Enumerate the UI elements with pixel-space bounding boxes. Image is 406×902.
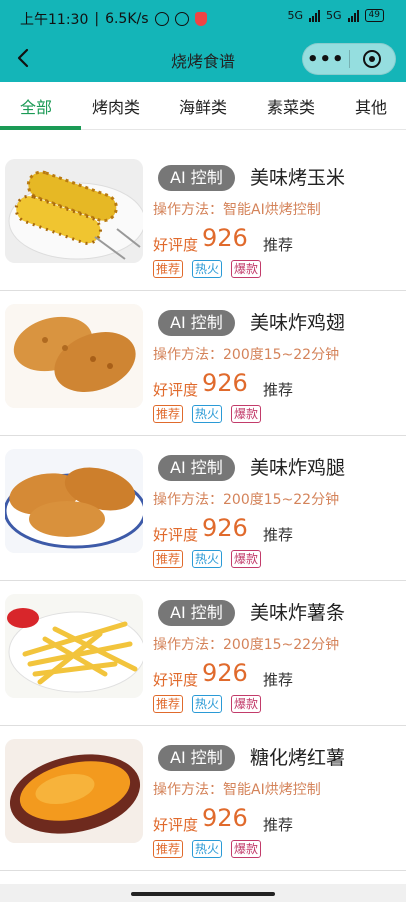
status-speed: 6.5K/s (105, 11, 149, 27)
tag-hot: 热火 (192, 550, 223, 568)
recommend-label: 推荐 (263, 381, 294, 399)
location-pin-icon (194, 12, 207, 26)
network-label-2: 5G (326, 9, 342, 22)
recipe-method: 操作方法：智能AI烘烤控制 (153, 202, 321, 218)
tab-other[interactable]: 其他 (355, 94, 387, 118)
ai-control-badge: AI 控制 (158, 310, 235, 336)
tag-recommend: 推荐 (153, 840, 184, 858)
ai-control-badge: AI 控制 (158, 600, 235, 626)
tag-recommend: 推荐 (153, 695, 184, 713)
rating-label: 好评度 (153, 381, 199, 399)
ai-control-badge: AI 控制 (158, 165, 235, 191)
recommend-label: 推荐 (263, 236, 294, 254)
tag-hot: 热火 (192, 405, 223, 423)
sweet-potato-image (5, 739, 143, 843)
tab-seafood[interactable]: 海鲜类 (179, 94, 227, 118)
recipe-name: 美味烤玉米 (250, 167, 346, 189)
tag-bestseller: 爆款 (231, 840, 262, 858)
signal-icon-2 (347, 9, 359, 22)
rating-score: 926 (202, 514, 248, 542)
rating-label: 好评度 (153, 526, 199, 544)
tag-hot: 热火 (192, 260, 223, 278)
tag-bestseller: 爆款 (231, 550, 262, 568)
tag-list: 推荐 热火 爆款 (153, 695, 262, 713)
nav-bar: 烧烤食谱 ••• (0, 36, 406, 82)
corn-image (5, 159, 143, 263)
target-icon (363, 50, 382, 68)
ai-control-badge: AI 控制 (158, 745, 235, 771)
tag-bestseller: 爆款 (231, 405, 262, 423)
rating-score: 926 (202, 804, 248, 832)
chicken-wings-image (5, 304, 143, 408)
tag-recommend: 推荐 (153, 405, 184, 423)
alarm-icon (154, 12, 169, 26)
rating-score: 926 (202, 659, 248, 687)
tag-recommend: 推荐 (153, 260, 184, 278)
more-options-button[interactable]: ••• (303, 49, 349, 70)
recommend-label: 推荐 (263, 816, 294, 834)
mini-program-capsule: ••• (302, 43, 396, 75)
recipe-card-chicken-wings[interactable]: AI 控制 美味炸鸡翅 操作方法：200度15~22分钟 好评度 926 推荐 … (0, 291, 406, 436)
home-indicator-bar (0, 884, 406, 902)
home-indicator[interactable] (131, 892, 275, 896)
tag-list: 推荐 热火 爆款 (153, 260, 262, 278)
tag-list: 推荐 热火 爆款 (153, 840, 262, 858)
status-time: 上午11:30 (20, 12, 89, 28)
rating-label: 好评度 (153, 816, 199, 834)
battery-icon: 49 (364, 9, 384, 22)
signal-icon (309, 9, 321, 22)
recommend-label: 推荐 (263, 671, 294, 689)
recipe-card-corn[interactable]: AI 控制 美味烤玉米 操作方法：智能AI烘烤控制 好评度 926 推荐 推荐 … (0, 146, 406, 291)
recipe-method: 操作方法：200度15~22分钟 (153, 637, 340, 653)
recipe-name: 糖化烤红薯 (250, 747, 346, 769)
network-label-1: 5G (287, 9, 304, 22)
active-tab-indicator (0, 126, 81, 130)
recipe-name: 美味炸鸡翅 (250, 312, 346, 334)
status-left: 上午11:30 | 6.5K/s (20, 9, 207, 29)
close-mini-program-button[interactable] (349, 50, 395, 68)
recipe-card-sweet-potato[interactable]: AI 控制 糖化烤红薯 操作方法：智能AI烘烤控制 好评度 926 推荐 推荐 … (0, 726, 406, 871)
rating-score: 926 (202, 369, 248, 397)
status-bar: 上午11:30 | 6.5K/s 5G 5G 49 (0, 0, 406, 36)
mute-icon (174, 12, 189, 26)
tag-bestseller: 爆款 (231, 695, 262, 713)
recipe-card-drumsticks[interactable]: AI 控制 美味炸鸡腿 操作方法：200度15~22分钟 好评度 926 推荐 … (0, 436, 406, 581)
status-separator: | (94, 11, 100, 27)
status-right: 5G 5G 49 (287, 9, 384, 22)
recipe-name: 美味炸薯条 (250, 602, 346, 624)
tag-bestseller: 爆款 (231, 260, 262, 278)
tag-list: 推荐 热火 爆款 (153, 405, 262, 423)
tag-hot: 热火 (192, 840, 223, 858)
tab-vegetables[interactable]: 素菜类 (267, 94, 315, 118)
category-tabs: 全部 烤肉类 海鲜类 素菜类 其他 (0, 82, 406, 130)
tab-grilled-meat[interactable]: 烤肉类 (92, 94, 140, 118)
recipe-method: 操作方法：200度15~22分钟 (153, 492, 340, 508)
tag-hot: 热火 (192, 695, 223, 713)
tag-list: 推荐 热火 爆款 (153, 550, 262, 568)
recommend-label: 推荐 (263, 526, 294, 544)
rating-score: 926 (202, 224, 248, 252)
recipe-name: 美味炸鸡腿 (250, 457, 346, 479)
rating-label: 好评度 (153, 671, 199, 689)
recipe-method: 操作方法：200度15~22分钟 (153, 347, 340, 363)
drumsticks-image (5, 449, 143, 553)
tag-recommend: 推荐 (153, 550, 184, 568)
ai-control-badge: AI 控制 (158, 455, 235, 481)
recipe-method: 操作方法：智能AI烘烤控制 (153, 782, 321, 798)
rating-label: 好评度 (153, 236, 199, 254)
recipe-card-fries[interactable]: AI 控制 美味炸薯条 操作方法：200度15~22分钟 好评度 926 推荐 … (0, 581, 406, 726)
tab-all[interactable]: 全部 (20, 94, 52, 118)
fries-image (5, 594, 143, 698)
